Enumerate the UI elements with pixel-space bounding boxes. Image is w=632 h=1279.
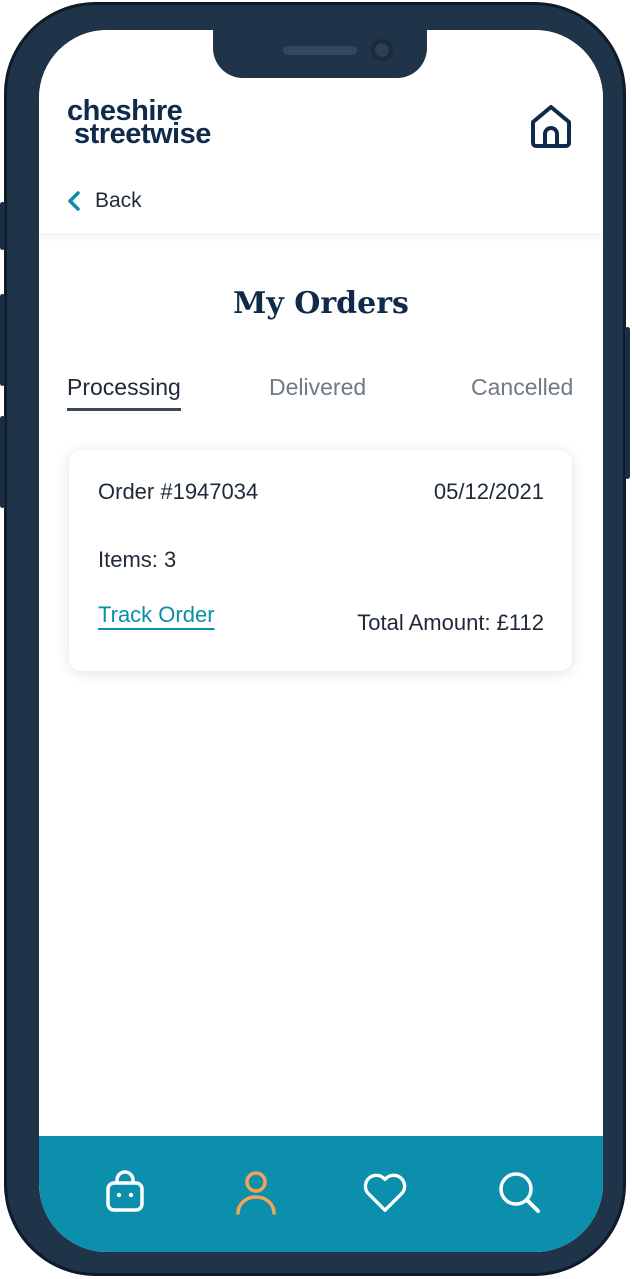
power-button	[625, 327, 630, 479]
volume-up-button	[0, 294, 5, 386]
bottom-nav	[39, 1136, 603, 1252]
home-icon[interactable]	[529, 102, 573, 150]
brand-line-2: streetwise	[74, 118, 211, 150]
tab-delivered[interactable]: Delivered	[269, 374, 366, 401]
speaker	[283, 46, 357, 55]
track-order-link[interactable]: Track Order	[98, 602, 215, 628]
heart-icon[interactable]	[361, 1168, 409, 1216]
page-title: My Orders	[233, 286, 409, 321]
order-total: Total Amount: £112	[357, 610, 544, 635]
tab-processing[interactable]: Processing	[67, 374, 181, 411]
user-icon[interactable]	[232, 1168, 280, 1216]
volume-down-button	[0, 416, 5, 508]
tab-cancelled[interactable]: Cancelled	[471, 374, 573, 401]
brand-logo[interactable]: cheshire streetwise	[67, 97, 211, 150]
front-camera	[371, 39, 393, 61]
screen: cheshire streetwise Back My Orders Proce…	[39, 30, 603, 1252]
mute-switch	[0, 202, 5, 250]
notch	[213, 30, 427, 78]
order-card: Order #1947034 05/12/2021 Items: 3 Track…	[69, 450, 572, 671]
order-items-count: Items: 3	[98, 547, 177, 572]
order-number: Order #1947034	[98, 479, 259, 504]
phone-frame: cheshire streetwise Back My Orders Proce…	[0, 2, 630, 1276]
search-icon[interactable]	[495, 1168, 543, 1216]
order-date: 05/12/2021	[433, 479, 544, 504]
back-label: Back	[95, 189, 142, 212]
chevron-left-icon	[68, 191, 80, 211]
back-button[interactable]: Back	[67, 186, 142, 216]
bag-icon[interactable]	[101, 1168, 149, 1216]
